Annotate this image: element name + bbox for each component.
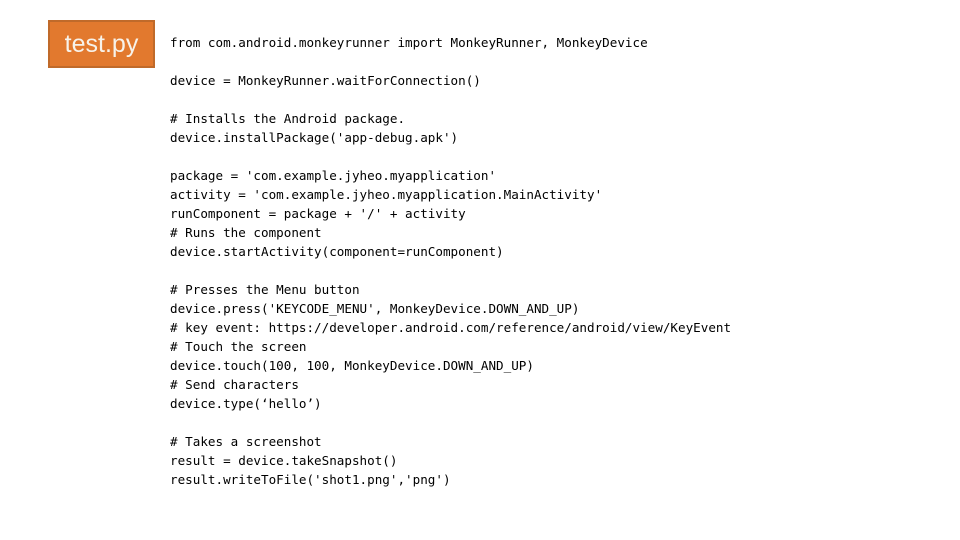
code-line: device = MonkeyRunner.waitForConnection(… bbox=[170, 73, 481, 88]
code-block: # Installs the Android package. device.in… bbox=[170, 109, 940, 147]
code-line: device.type(‘hello’) bbox=[170, 396, 322, 411]
code-line: from com.android.monkeyrunner import Mon… bbox=[170, 35, 648, 50]
code-line: activity = 'com.example.jyheo.myapplicat… bbox=[170, 187, 603, 202]
file-name-label: test.py bbox=[64, 29, 139, 58]
code-line: device.touch(100, 100, MonkeyDevice.DOWN… bbox=[170, 358, 534, 373]
code-line: result = device.takeSnapshot() bbox=[170, 453, 398, 468]
code-line: # Touch the screen bbox=[170, 339, 307, 354]
code-line: # Takes a screenshot bbox=[170, 434, 322, 449]
code-line: # key event: https://developer.android.c… bbox=[170, 320, 732, 335]
code-block: # Presses the Menu button device.press('K… bbox=[170, 280, 940, 413]
code-line: # Runs the component bbox=[170, 225, 322, 240]
code-line: # Presses the Menu button bbox=[170, 282, 360, 297]
code-block: device = MonkeyRunner.waitForConnection(… bbox=[170, 71, 940, 90]
code-block: # Takes a screenshot result = device.take… bbox=[170, 432, 940, 489]
file-name-badge: test.py bbox=[48, 20, 155, 68]
code-listing: from com.android.monkeyrunner import Mon… bbox=[170, 33, 940, 489]
code-line: runComponent = package + '/' + activity bbox=[170, 206, 466, 221]
code-block: package = 'com.example.jyheo.myapplicati… bbox=[170, 166, 940, 261]
code-line: # Installs the Android package. bbox=[170, 111, 406, 126]
code-block: from com.android.monkeyrunner import Mon… bbox=[170, 33, 940, 52]
code-line: result.writeToFile('shot1.png','png') bbox=[170, 472, 451, 487]
code-line: device.installPackage('app-debug.apk') bbox=[170, 130, 459, 145]
code-line: # Send characters bbox=[170, 377, 299, 392]
code-line: device.press('KEYCODE_MENU', MonkeyDevic… bbox=[170, 301, 580, 316]
code-line: package = 'com.example.jyheo.myapplicati… bbox=[170, 168, 497, 183]
code-line: device.startActivity(component=runCompon… bbox=[170, 244, 504, 259]
slide-canvas: test.py from com.android.monkeyrunner im… bbox=[0, 0, 960, 540]
